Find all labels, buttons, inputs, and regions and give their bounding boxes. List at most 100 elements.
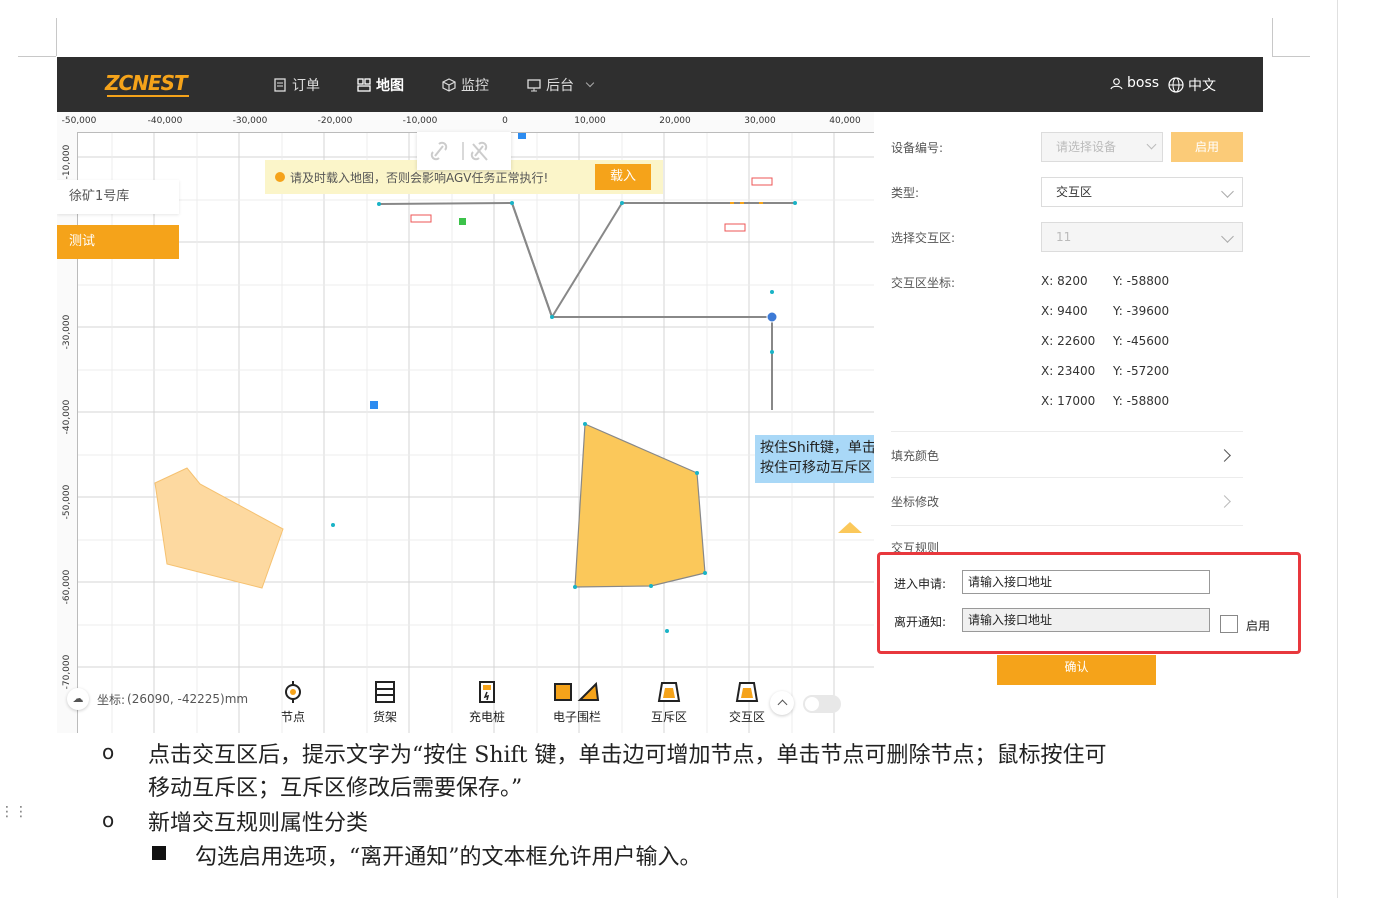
drag-handle-icon[interactable]: ⋮⋮ <box>0 805 28 819</box>
zone-select[interactable]: 11 <box>1041 222 1243 252</box>
page-corner-mark <box>1272 56 1310 57</box>
top-navbar: ZCNEST 订单 地图 监控 后台 boss 中文 <box>57 57 1263 112</box>
type-select[interactable]: 交互区 <box>1041 177 1243 207</box>
ruler-x-label: -20,000 <box>317 116 353 126</box>
page-corner-mark <box>18 56 56 57</box>
warehouse-tab-test[interactable]: 测试 <box>57 225 179 259</box>
cloud-icon[interactable]: ☁ <box>67 688 89 710</box>
ruler-x-label: -50,000 <box>61 116 97 126</box>
leave-notice-input[interactable]: 请输入接口地址 <box>962 608 1210 632</box>
leave-notice-label: 离开通知: <box>894 615 947 629</box>
device-marker <box>370 401 378 409</box>
nav-map-label: 地图 <box>376 78 404 94</box>
fill-color-section[interactable]: 填充颜色 <box>891 447 939 464</box>
ruler-x-label: 0 <box>502 116 508 126</box>
chevron-down-icon <box>585 78 595 88</box>
tool-shelf[interactable]: 货架 <box>355 680 415 725</box>
warning-text: 请及时载入地图，否则会影响AGV任务正常执行! <box>290 170 549 185</box>
ruler-y-label: -50,000 <box>62 484 72 520</box>
coord-y: -58800 <box>1126 394 1170 408</box>
y-prefix: Y: <box>1113 394 1123 408</box>
ruler-y-label: -30,000 <box>62 314 72 350</box>
enter-request-input[interactable]: 请输入接口地址 <box>962 570 1210 594</box>
ruler-x-label: 40,000 <box>829 116 861 126</box>
map-canvas[interactable]: -50,000 -40,000 -30,000 -20,000 -10,000 … <box>57 112 874 733</box>
ruler-horizontal: -50,000 -40,000 -30,000 -20,000 -10,000 … <box>57 112 874 133</box>
logo: ZCNEST <box>105 71 188 95</box>
coord-y: -58800 <box>1126 274 1170 288</box>
nav-backend[interactable]: 后台 <box>527 75 595 95</box>
y-prefix: Y: <box>1113 304 1123 318</box>
ruler-x-label: 10,000 <box>574 116 606 126</box>
tooltip-line-2: 按住可移动互斥区 <box>760 460 872 476</box>
language-label: 中文 <box>1188 78 1216 94</box>
ruler-y-label: -40,000 <box>62 399 72 435</box>
doc-line-3: 新增交互规则属性分类 <box>148 811 369 836</box>
tool-interaction-zone-label: 交互区 <box>728 710 765 724</box>
nav-orders[interactable]: 订单 <box>273 75 320 95</box>
tool-charger[interactable]: 充电桩 <box>457 680 517 725</box>
tool-mutex-zone[interactable]: 互斥区 <box>639 680 699 725</box>
interaction-rules-highlight: 进入申请: 请输入接口地址 离开通知: 请输入接口地址 启用 <box>877 552 1301 654</box>
route-path <box>378 201 773 410</box>
zone-coord-row: X: 8200 Y: -58800 <box>1041 274 1169 288</box>
zone-select-label: 选择交互区: <box>891 231 956 245</box>
x-prefix: X: <box>1041 364 1054 378</box>
language-switch[interactable]: 中文 <box>1168 75 1216 95</box>
chevron-right-icon <box>1218 449 1231 462</box>
coordinate-display: ☁ 坐标: (26090, -42225)mm <box>67 688 248 710</box>
user-menu[interactable]: boss <box>1110 75 1159 91</box>
logo-underline <box>107 95 189 97</box>
leave-enable-checkbox[interactable] <box>1220 615 1238 633</box>
doc-line-1: 点击交互区后，提示文字为“按住 Shift 键，单击边可增加节点，单击节点可删除… <box>148 743 1107 768</box>
coord-y: -45600 <box>1126 334 1170 348</box>
ruler-x-label: -10,000 <box>402 116 438 126</box>
device-select[interactable]: 请选择设备 <box>1041 132 1163 162</box>
user-name: boss <box>1127 75 1160 91</box>
monitor-icon <box>527 79 541 92</box>
ruler-vertical: -10,000 -30,000 -40,000 -50,000 -60,000 … <box>57 132 78 733</box>
confirm-button[interactable]: 确认 <box>997 655 1156 685</box>
fence-icon <box>554 681 600 701</box>
coordinate-value: (26090, -42225)mm <box>127 692 249 706</box>
collapse-button[interactable] <box>770 691 794 715</box>
nav-backend-label: 后台 <box>546 78 574 94</box>
enable-button[interactable]: 启用 <box>1171 132 1243 162</box>
chevron-right-icon <box>1218 495 1231 508</box>
tool-fence[interactable]: 电子围栏 <box>547 680 607 725</box>
tool-shelf-label: 货架 <box>372 710 397 724</box>
list-bullet-square <box>152 846 166 860</box>
device-marker <box>518 133 526 139</box>
coord-x: 8200 <box>1057 274 1088 288</box>
link-toolbar <box>417 132 511 170</box>
link-icon[interactable] <box>417 132 511 170</box>
coord-edit-section[interactable]: 坐标修改 <box>891 493 939 510</box>
charger-icon <box>479 681 495 703</box>
load-map-button[interactable]: 载入 <box>595 164 651 190</box>
divider <box>891 431 1243 432</box>
selected-node <box>766 311 778 323</box>
warning-triangle-icon <box>838 522 862 533</box>
nav-monitor[interactable]: 监控 <box>442 75 489 95</box>
ruler-x-label: 20,000 <box>659 116 691 126</box>
tool-interaction-zone[interactable]: 交互区 <box>717 680 777 725</box>
zone-coord-row: X: 22600 Y: -45600 <box>1041 334 1169 348</box>
mutex-zone[interactable] <box>154 467 284 589</box>
nav-map[interactable]: 地图 <box>357 75 404 95</box>
warehouse-tab-1[interactable]: 徐矿1号库 <box>57 180 179 214</box>
tool-node[interactable]: 节点 <box>263 680 323 725</box>
chevron-down-icon <box>1221 230 1234 243</box>
x-prefix: X: <box>1041 394 1054 408</box>
zone-coord-row: X: 9400 Y: -39600 <box>1041 304 1169 318</box>
mutex-zone-icon <box>657 682 681 702</box>
coord-y: -57200 <box>1126 364 1170 378</box>
nav-orders-label: 订单 <box>292 78 320 94</box>
toggle-switch[interactable] <box>803 695 841 713</box>
ruler-y-label: -70,000 <box>62 654 72 690</box>
interaction-zone[interactable] <box>574 423 706 588</box>
coordinate-label: 坐标: <box>97 692 126 707</box>
user-icon <box>1110 77 1123 89</box>
zone-coord-row: X: 17000 Y: -58800 <box>1041 394 1169 408</box>
doc-line-2: 移动互斥区；互斥区修改后需要保存。” <box>148 776 523 801</box>
zone-coord-row: X: 23400 Y: -57200 <box>1041 364 1169 378</box>
